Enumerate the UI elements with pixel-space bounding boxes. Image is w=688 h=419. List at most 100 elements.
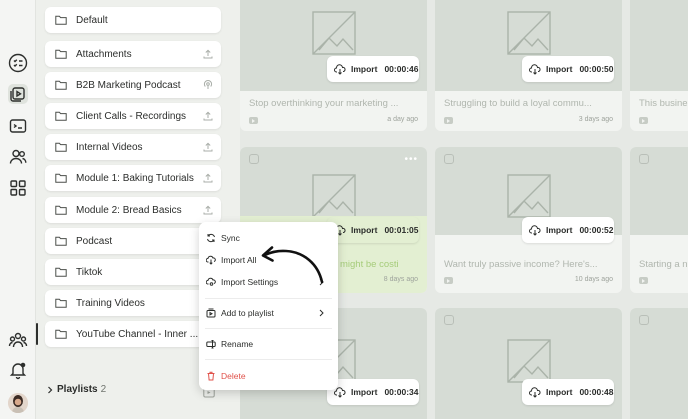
youtube-icon: [639, 277, 648, 284]
playlists-toggle[interactable]: Playlists 2: [47, 384, 106, 395]
menu-item-import-settings[interactable]: Import Settings: [199, 272, 338, 292]
folder-item[interactable]: Default: [45, 7, 221, 33]
folder-context-menu: Sync Import All Import Settings Add to p…: [199, 222, 338, 390]
chevron-right-icon: [48, 386, 53, 393]
folder-label: Module 2: Bread Basics: [76, 204, 182, 216]
folder-label: Attachments: [76, 48, 132, 60]
people-icon[interactable]: [8, 330, 28, 350]
video-library-icon[interactable]: [8, 84, 28, 104]
video-date: 10 days ago: [574, 276, 613, 283]
import-button[interactable]: Import 00:00:52: [522, 217, 614, 243]
import-button[interactable]: Import 00:00:34: [327, 379, 419, 405]
folder-icon: [55, 267, 67, 277]
folder-item[interactable]: Podcast: [45, 228, 221, 254]
upload-icon[interactable]: [203, 173, 213, 183]
menu-item-delete[interactable]: Delete: [199, 366, 338, 386]
icon-rail: [0, 0, 36, 419]
menu-item-import-all[interactable]: Import All: [199, 250, 338, 270]
select-checkbox[interactable]: [444, 154, 454, 164]
youtube-icon: [639, 117, 648, 124]
chevron-right-icon: [319, 309, 324, 317]
select-checkbox[interactable]: [639, 154, 649, 164]
folder-item-selected[interactable]: YouTube Channel - Inner ...: [36, 321, 221, 347]
folder-icon: [55, 49, 67, 59]
video-title: Stop overthinking your marketing ...: [249, 98, 399, 109]
folder-item[interactable]: Tiktok: [45, 259, 221, 285]
image-placeholder-icon: [506, 10, 552, 56]
image-placeholder-icon: [506, 173, 552, 219]
video-card[interactable]: [630, 308, 688, 419]
select-checkbox[interactable]: [639, 315, 649, 325]
folder-icon: [55, 15, 67, 25]
menu-item-rename[interactable]: Rename: [199, 334, 338, 354]
video-title: Starting a n: [639, 259, 688, 270]
menu-divider: [205, 328, 332, 329]
select-checkbox[interactable]: [249, 154, 259, 164]
video-date: 3 days ago: [578, 116, 613, 123]
folder-label: Module 1: Baking Tutorials: [76, 172, 194, 184]
image-placeholder-icon: [506, 338, 552, 384]
tasks-icon[interactable]: [8, 53, 28, 73]
video-card[interactable]: Import 00:00:46 Stop overthinking your m…: [240, 0, 427, 131]
import-button[interactable]: Import 00:00:50: [522, 56, 614, 82]
select-checkbox[interactable]: [444, 315, 454, 325]
cloud-download-icon: [529, 63, 541, 75]
more-options-icon[interactable]: •••: [404, 154, 418, 165]
folder-label: Default: [76, 14, 108, 26]
sync-icon: [207, 233, 215, 243]
upload-icon[interactable]: [203, 205, 213, 215]
video-card[interactable]: Import 00:00:52 Want truly passive incom…: [435, 147, 622, 293]
folder-icon: [55, 205, 67, 215]
menu-label: Delete: [221, 371, 246, 381]
import-button[interactable]: Import 00:01:05: [327, 217, 419, 243]
video-card[interactable]: Import 00:00:48: [435, 308, 622, 419]
import-label: Import: [546, 64, 573, 74]
menu-label: Import All: [221, 255, 257, 265]
folder-icon: [55, 298, 67, 308]
video-card[interactable]: Import 00:00:50 Struggling to build a lo…: [435, 0, 622, 131]
cloud-download-icon: [529, 386, 541, 398]
video-duration: 00:00:48: [579, 387, 614, 397]
cloud-download-icon: [334, 63, 346, 75]
apps-icon[interactable]: [8, 178, 28, 198]
folder-icon: [55, 329, 67, 339]
menu-divider: [205, 298, 332, 299]
video-title: This busine: [639, 98, 688, 109]
import-label: Import: [546, 387, 573, 397]
menu-label: Import Settings: [221, 277, 279, 287]
cloud-download-icon: [206, 255, 216, 265]
chevron-right-icon: [319, 278, 324, 286]
team-icon[interactable]: [8, 147, 28, 167]
folder-item[interactable]: Module 2: Bread Basics: [45, 197, 221, 223]
folder-item[interactable]: Attachments: [45, 41, 221, 67]
menu-label: Rename: [221, 339, 254, 349]
media-icon[interactable]: [8, 116, 28, 136]
bell-icon[interactable]: [8, 360, 28, 380]
folder-item[interactable]: B2B Marketing Podcast: [45, 72, 221, 98]
rename-icon: [206, 340, 216, 349]
folder-item[interactable]: Client Calls - Recordings: [45, 103, 221, 129]
folder-item[interactable]: Module 1: Baking Tutorials: [45, 165, 221, 191]
import-button[interactable]: Import 00:00:46: [327, 56, 419, 82]
playlists-label: Playlists: [57, 384, 98, 395]
video-card[interactable]: This busine: [630, 0, 688, 131]
menu-divider: [205, 359, 332, 360]
video-title: Struggling to build a loyal commu...: [444, 98, 592, 109]
video-title: Want truly passive income? Here's...: [444, 259, 598, 270]
upload-icon[interactable]: [203, 142, 213, 152]
folder-item[interactable]: Internal Videos: [45, 134, 221, 160]
menu-label: Add to playlist: [221, 308, 274, 318]
upload-icon[interactable]: [203, 49, 213, 59]
video-duration: 00:00:50: [579, 64, 614, 74]
import-button[interactable]: Import 00:00:48: [522, 379, 614, 405]
video-duration: 00:00:46: [384, 64, 419, 74]
upload-icon[interactable]: [203, 111, 213, 121]
menu-item-sync[interactable]: Sync: [199, 228, 338, 248]
folder-icon: [55, 111, 67, 121]
video-card[interactable]: Starting a n: [630, 147, 688, 293]
youtube-icon: [249, 117, 258, 124]
import-label: Import: [351, 64, 378, 74]
avatar[interactable]: [8, 393, 28, 413]
folder-item[interactable]: Training Videos: [45, 290, 221, 316]
menu-item-add-to-playlist[interactable]: Add to playlist: [199, 303, 338, 323]
